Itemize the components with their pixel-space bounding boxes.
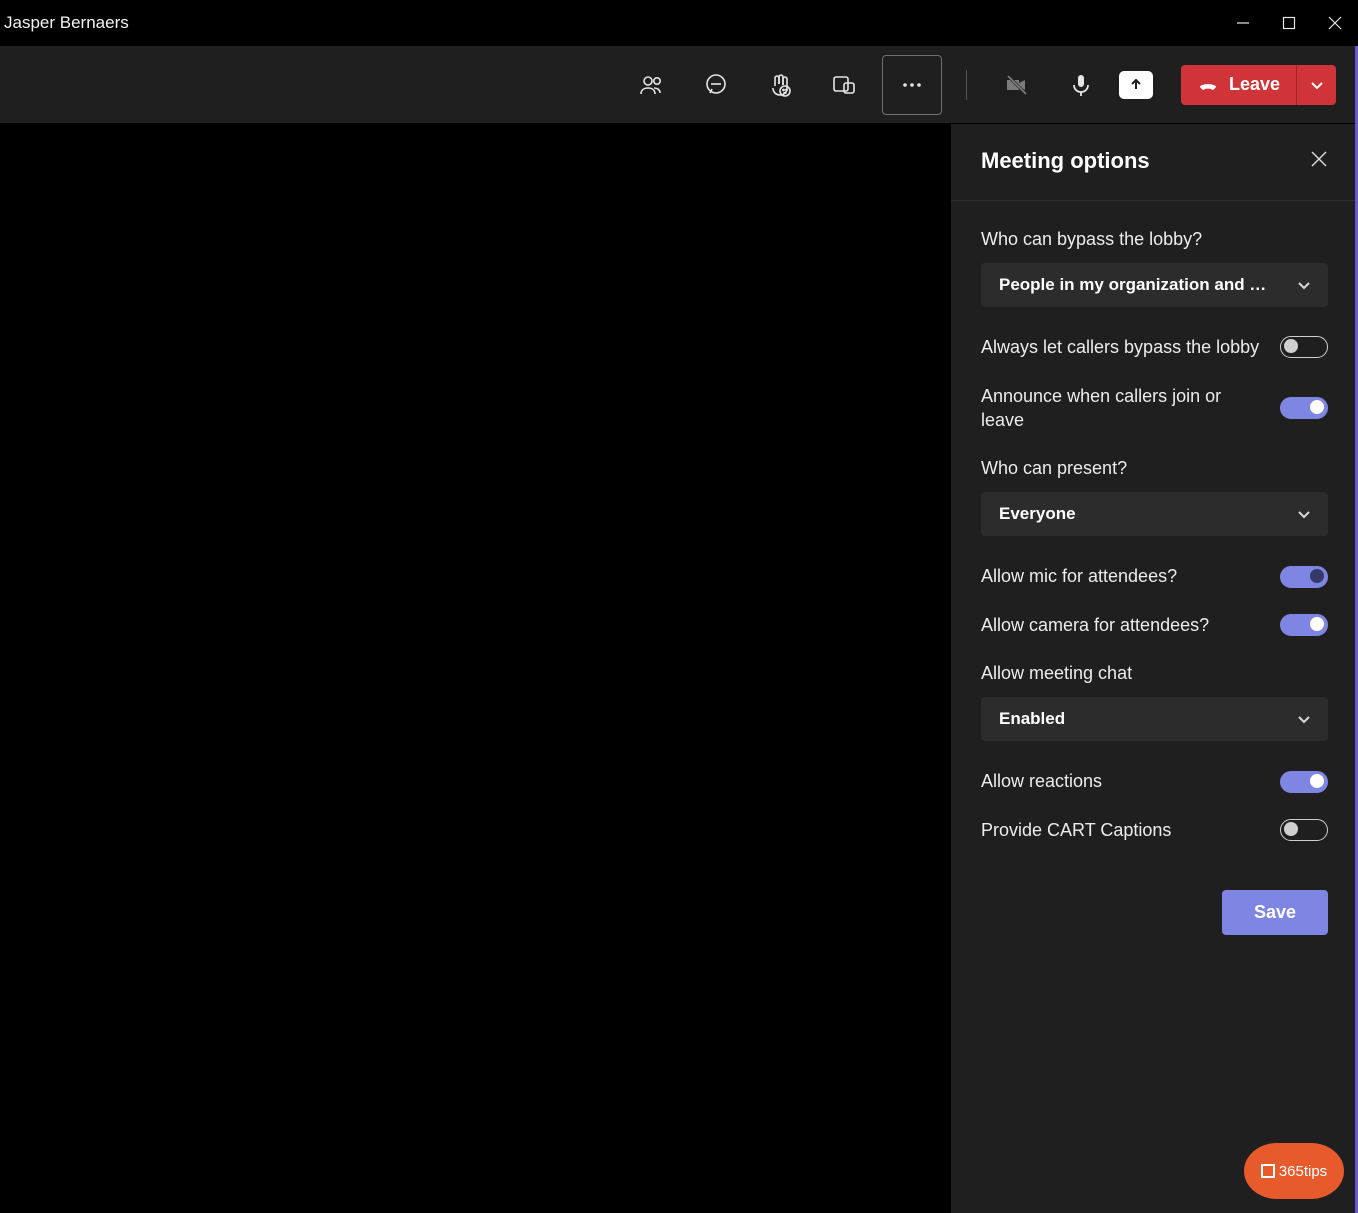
chevron-down-icon [1296,506,1312,522]
reactions-button[interactable] [754,59,806,111]
allow-camera-toggle[interactable] [1280,614,1328,636]
window-title: Jasper Bernaers [0,13,129,33]
meeting-options-panel: Meeting options Who can bypass the lobby… [950,124,1358,1213]
allow-chat-value: Enabled [999,709,1065,729]
leave-options-button[interactable] [1296,65,1336,105]
watermark-text: 365tips [1279,1163,1327,1180]
bypass-lobby-select[interactable]: People in my organization and … [981,263,1328,307]
bypass-lobby-label: Who can bypass the lobby? [981,227,1328,251]
camera-off-icon [1004,72,1030,98]
window-controls [1220,0,1358,46]
allow-camera-label: Allow camera for attendees? [981,613,1260,637]
rooms-button[interactable] [818,59,870,111]
chevron-down-icon [1296,277,1312,293]
allow-mic-toggle[interactable] [1280,566,1328,588]
maximize-button[interactable] [1266,0,1312,46]
ellipsis-icon [899,72,925,98]
callers-bypass-toggle[interactable] [1280,336,1328,358]
allow-chat-select[interactable]: Enabled [981,697,1328,741]
chat-button[interactable] [690,59,742,111]
who-present-select[interactable]: Everyone [981,492,1328,536]
more-actions-button[interactable] [882,55,942,115]
close-panel-button[interactable] [1310,150,1328,173]
who-present-value: Everyone [999,504,1076,524]
chevron-down-icon [1296,711,1312,727]
close-icon [1310,150,1328,168]
allow-mic-label: Allow mic for attendees? [981,564,1260,588]
provide-cart-label: Provide CART Captions [981,818,1260,842]
close-button[interactable] [1312,0,1358,46]
share-button[interactable] [1119,71,1153,99]
leave-label: Leave [1229,74,1280,95]
rooms-icon [831,72,857,98]
panel-title: Meeting options [981,148,1150,174]
meeting-toolbar: Leave [0,46,1358,124]
leave-control: Leave [1181,65,1336,105]
titlebar: Jasper Bernaers [0,0,1358,46]
people-icon [639,72,665,98]
camera-button[interactable] [991,59,1043,111]
save-button[interactable]: Save [1222,890,1328,935]
announce-callers-label: Announce when callers join or leave [981,384,1260,433]
minimize-button[interactable] [1220,0,1266,46]
leave-button[interactable]: Leave [1181,65,1296,105]
allow-reactions-label: Allow reactions [981,769,1260,793]
allow-reactions-toggle[interactable] [1280,771,1328,793]
hangup-icon [1197,74,1219,96]
chat-icon [703,72,729,98]
who-present-label: Who can present? [981,456,1328,480]
announce-callers-toggle[interactable] [1280,397,1328,419]
provide-cart-toggle[interactable] [1280,819,1328,841]
mic-icon [1068,72,1094,98]
site-watermark: 365tips [1244,1143,1344,1199]
chevron-down-icon [1309,77,1325,93]
callers-bypass-label: Always let callers bypass the lobby [981,335,1260,359]
allow-chat-label: Allow meeting chat [981,661,1328,685]
toolbar-separator [966,70,967,100]
participants-button[interactable] [626,59,678,111]
mic-button[interactable] [1055,59,1107,111]
raise-hand-icon [767,72,793,98]
bypass-lobby-value: People in my organization and … [999,275,1266,295]
meeting-stage [0,124,950,1213]
office-icon [1261,1164,1275,1178]
share-icon [1128,77,1144,93]
